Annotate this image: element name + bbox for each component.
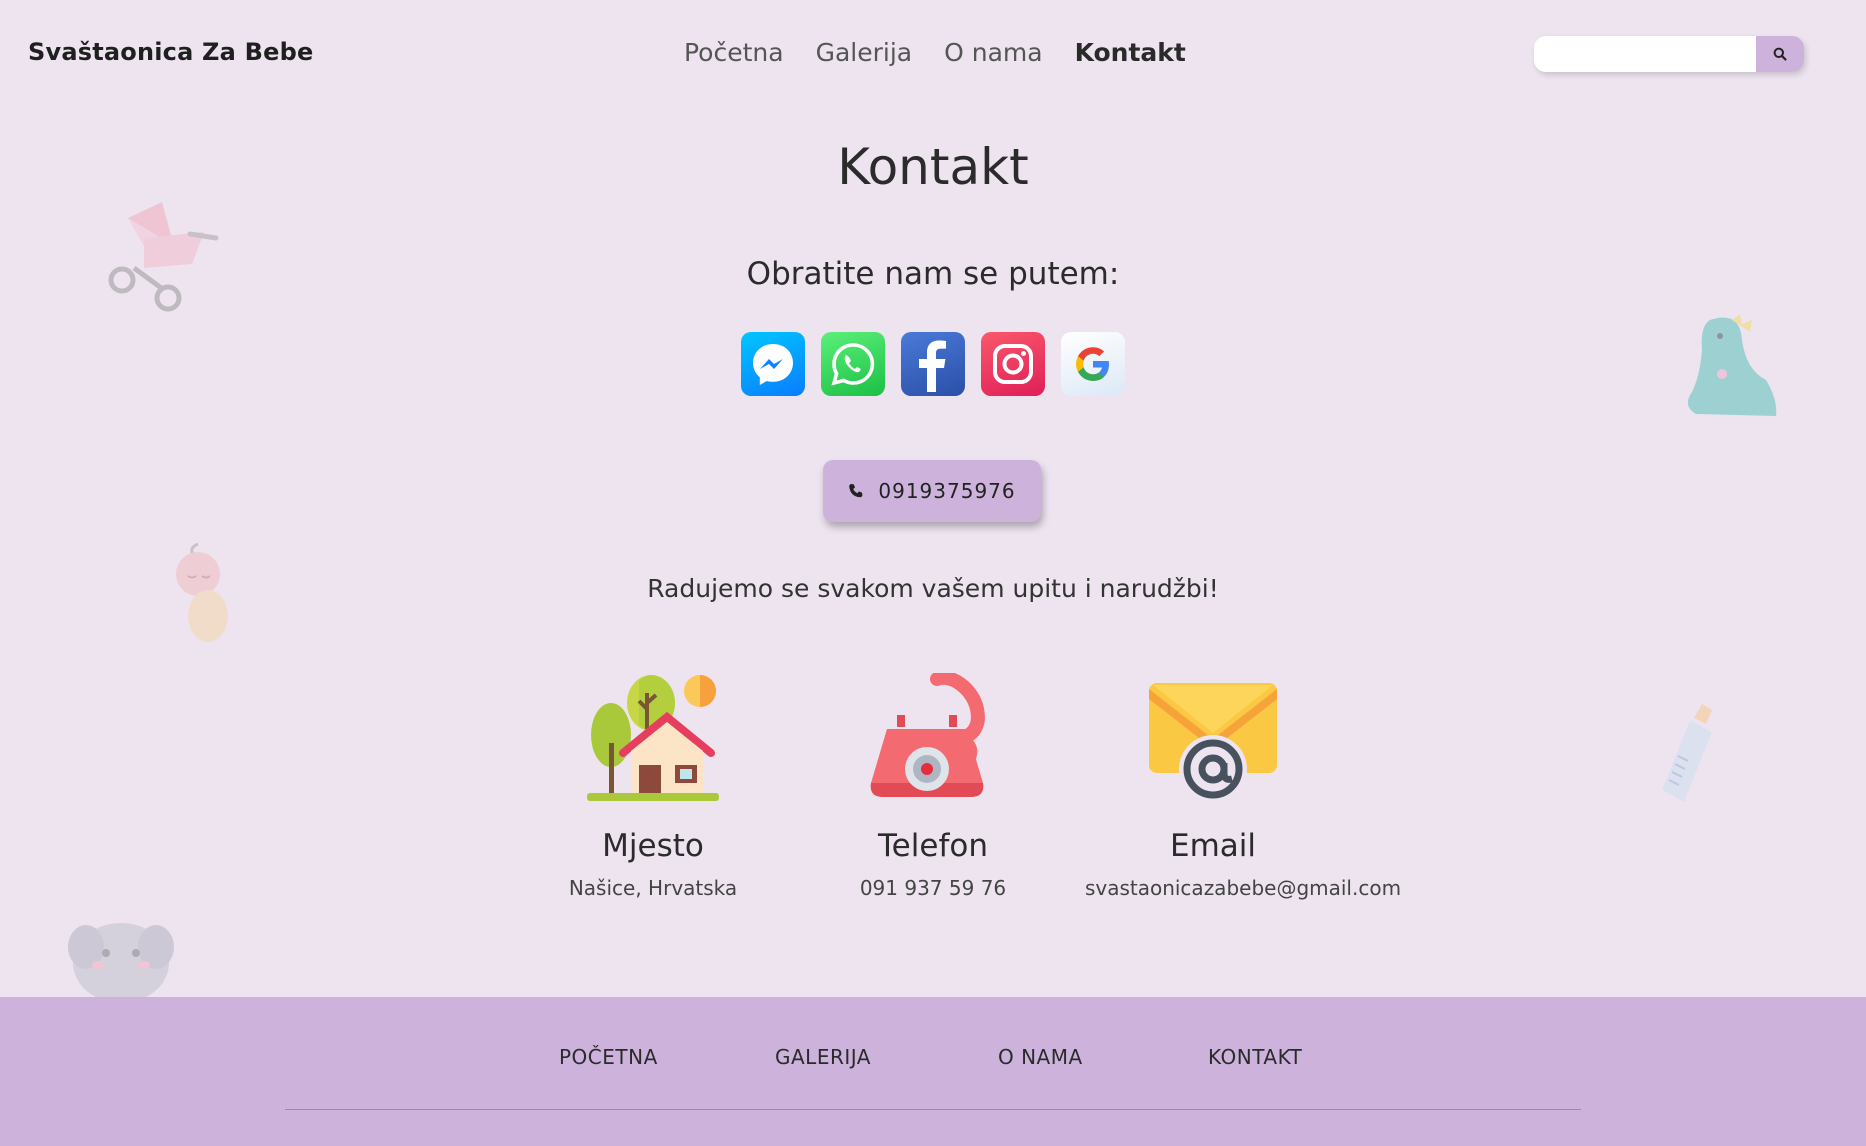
nav-link-galerija[interactable]: Galerija: [816, 38, 913, 67]
social-links: [741, 332, 1125, 396]
page: Svaštaonica Za Bebe Početna Galerija O n…: [0, 0, 1866, 1146]
whatsapp-icon[interactable]: [821, 332, 885, 396]
card-location-title: Mjesto: [602, 828, 704, 864]
card-email: Email svastaonicazabebe@gmail.com: [1063, 670, 1401, 900]
card-location: Mjesto Našice, Hrvatska: [503, 670, 803, 900]
envelope-icon: [1149, 683, 1277, 803]
card-email-value: svastaonicazabebe@gmail.com: [1084, 876, 1402, 900]
search-button[interactable]: [1756, 36, 1804, 72]
messenger-icon[interactable]: [741, 332, 805, 396]
search-form: [1534, 36, 1804, 72]
baby-bottle-icon: [1662, 704, 1712, 802]
card-location-value: Našice, Hrvatska: [568, 876, 738, 900]
footer-link-pocetna[interactable]: POČETNA: [559, 1045, 658, 1069]
search-icon: [1773, 47, 1787, 61]
nav-link-o-nama[interactable]: O nama: [944, 38, 1042, 67]
house-icon: [587, 675, 719, 801]
nav-link-pocetna[interactable]: Početna: [684, 38, 784, 67]
footer-link-o-nama[interactable]: O NAMA: [998, 1045, 1083, 1069]
contact-subtitle: Obratite nam se putem:: [746, 256, 1120, 292]
brand-logo[interactable]: Svaštaonica Za Bebe: [28, 38, 313, 66]
header: Svaštaonica Za Bebe Početna Galerija O n…: [0, 0, 1866, 106]
instagram-icon[interactable]: [981, 332, 1045, 396]
tagline: Radujemo se svakom vašem upitu i narudžb…: [647, 574, 1219, 603]
call-button-label: 0919375976: [878, 479, 1016, 503]
call-button[interactable]: 0919375976: [823, 460, 1041, 522]
search-input[interactable]: [1534, 36, 1756, 72]
nav-link-kontakt[interactable]: Kontakt: [1075, 38, 1186, 67]
dinosaur-icon: [1687, 314, 1777, 416]
elephant-icon: [68, 923, 174, 997]
footer-divider: [285, 1109, 1581, 1110]
page-title: Kontakt: [837, 138, 1029, 196]
card-email-title: Email: [1169, 828, 1256, 864]
telephone-icon: [870, 673, 985, 797]
main-nav: Početna Galerija O nama Kontakt: [684, 38, 1186, 67]
footer: POČETNA GALERIJA O NAMA KONTAKT: [0, 997, 1866, 1146]
google-icon[interactable]: [1061, 332, 1125, 396]
card-phone: Telefon 091 937 59 76: [783, 670, 1083, 900]
footer-link-kontakt[interactable]: KONTAKT: [1208, 1045, 1302, 1069]
facebook-icon[interactable]: [901, 332, 965, 396]
card-phone-title: Telefon: [878, 828, 988, 864]
phone-icon: [849, 484, 863, 498]
footer-link-galerija[interactable]: GALERIJA: [775, 1045, 871, 1069]
